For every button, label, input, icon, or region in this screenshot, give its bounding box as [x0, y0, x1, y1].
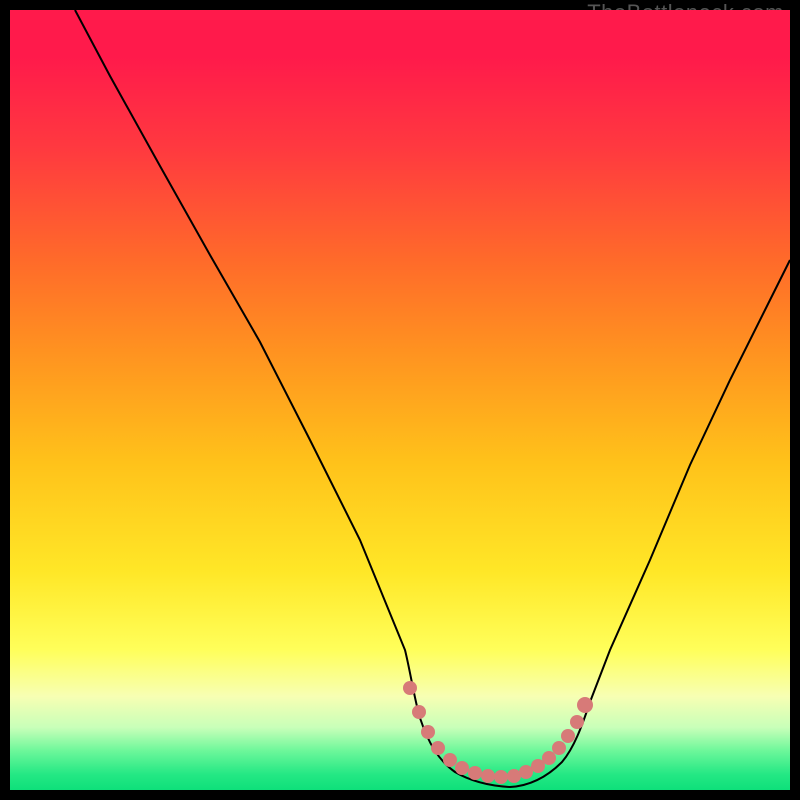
chart-stage: TheBottleneck.com: [0, 0, 800, 800]
marker-band: [403, 681, 593, 784]
chart-svg: [10, 10, 790, 790]
plot-area: [10, 10, 790, 790]
bottleneck-curve: [75, 10, 790, 787]
